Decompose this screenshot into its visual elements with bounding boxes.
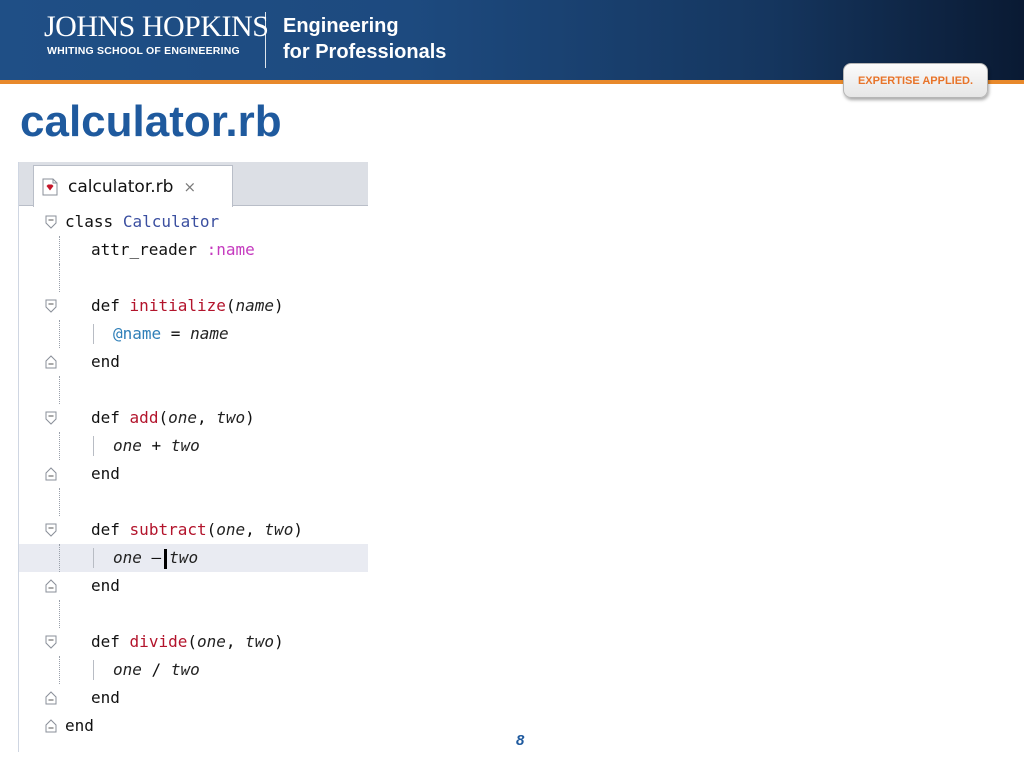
program-name: Engineering for Professionals — [283, 13, 446, 65]
code-text: @name = name — [113, 324, 229, 343]
brand-name: JOHNS HOPKINS — [44, 10, 269, 43]
fold-end-icon[interactable] — [43, 460, 65, 488]
code-text: one / two — [113, 660, 200, 679]
current-code-line: one – two — [19, 544, 368, 572]
code-line: end — [19, 572, 368, 600]
code-text: end — [91, 352, 120, 371]
fold-end-icon[interactable] — [43, 572, 65, 600]
code-line — [19, 488, 368, 516]
code-text: def subtract(one, two) — [91, 520, 303, 539]
editor-tab-calculator[interactable]: calculator.rb × — [33, 165, 233, 207]
code-line: def add(one, two) — [19, 404, 368, 432]
editor-tab-strip: calculator.rb × — [19, 162, 368, 207]
code-area[interactable]: class Calculator attr_reader :name def i… — [19, 208, 368, 740]
code-text: one + two — [113, 436, 200, 455]
fold-collapse-icon[interactable] — [43, 292, 65, 320]
text-caret — [164, 548, 168, 569]
fold-collapse-icon[interactable] — [43, 208, 65, 236]
code-line: def initialize(name) — [19, 292, 368, 320]
code-text: end — [65, 716, 94, 735]
fold-collapse-icon[interactable] — [43, 628, 65, 656]
fold-end-icon[interactable] — [43, 684, 65, 712]
code-line: class Calculator — [19, 208, 368, 236]
code-line: end — [19, 348, 368, 376]
code-line — [19, 376, 368, 404]
code-line: end — [19, 460, 368, 488]
brand-subtitle: WHITING SCHOOL OF ENGINEERING — [47, 45, 240, 57]
code-text: end — [91, 576, 120, 595]
code-text: def add(one, two) — [91, 408, 255, 427]
code-line: one + two — [19, 432, 368, 460]
code-editor: calculator.rb × class Calculator attr_re… — [18, 162, 368, 752]
fold-collapse-icon[interactable] — [43, 404, 65, 432]
code-text: def initialize(name) — [91, 296, 284, 315]
code-text: class Calculator — [65, 212, 220, 231]
code-text: end — [91, 688, 120, 707]
fold-end-icon[interactable] — [43, 712, 65, 740]
code-text: def divide(one, two) — [91, 632, 284, 651]
fold-collapse-icon[interactable] — [43, 516, 65, 544]
code-line — [19, 600, 368, 628]
brand-divider — [265, 12, 266, 68]
ruby-file-icon — [42, 178, 58, 195]
code-text: end — [91, 464, 120, 483]
code-line: attr_reader :name — [19, 236, 368, 264]
code-text: one – two — [113, 548, 199, 569]
close-icon[interactable]: × — [183, 178, 196, 196]
tagline-badge: EXPERTISE APPLIED. — [843, 63, 988, 98]
page-number: 8 — [516, 732, 525, 749]
code-line: @name = name — [19, 320, 368, 348]
code-line: def divide(one, two) — [19, 628, 368, 656]
slide-title: calculator.rb — [20, 97, 282, 146]
fold-end-icon[interactable] — [43, 348, 65, 376]
code-line: end — [19, 712, 368, 740]
editor-tab-label: calculator.rb — [68, 176, 174, 197]
code-line: def subtract(one, two) — [19, 516, 368, 544]
code-line — [19, 264, 368, 292]
code-text: attr_reader :name — [91, 240, 255, 259]
code-line: end — [19, 684, 368, 712]
code-line: one / two — [19, 656, 368, 684]
program-line-1: Engineering — [283, 15, 399, 37]
program-line-2: for Professionals — [283, 41, 447, 63]
